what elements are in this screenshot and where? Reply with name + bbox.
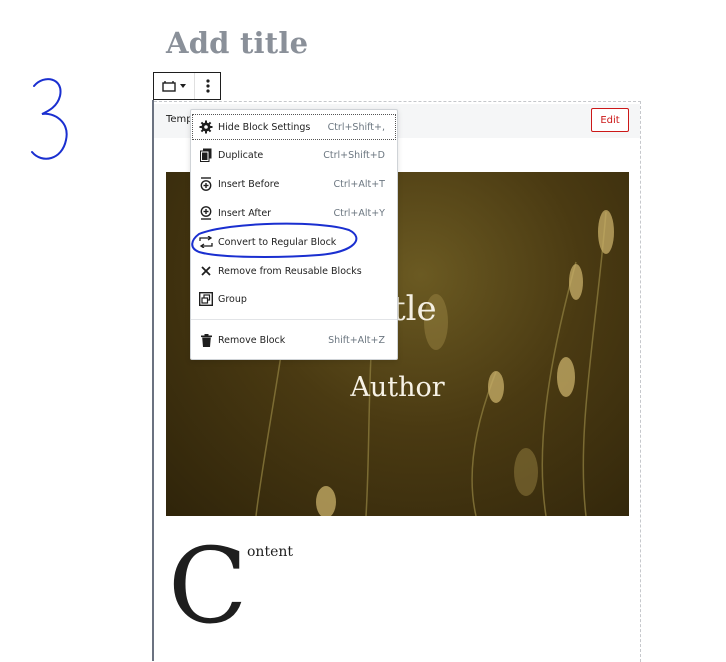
group-icon bbox=[198, 291, 214, 307]
trash-icon bbox=[198, 332, 214, 348]
menu-item-shortcut: Ctrl+Shift+D bbox=[323, 149, 385, 161]
menu-item-group[interactable]: Group bbox=[191, 285, 397, 313]
menu-item-label: Remove Block bbox=[218, 334, 286, 346]
menu-item-label: Insert Before bbox=[218, 178, 280, 190]
reusable-block-icon bbox=[162, 81, 176, 92]
menu-item-hide-block-settings[interactable]: Hide Block Settings Ctrl+Shift+, bbox=[191, 113, 397, 141]
chevron-down-icon bbox=[180, 84, 186, 88]
menu-item-remove-from-reusable-blocks[interactable]: Remove from Reusable Blocks bbox=[191, 257, 397, 285]
menu-item-convert-to-regular-block[interactable]: Convert to Regular Block bbox=[191, 228, 397, 256]
insert-after-icon bbox=[198, 205, 214, 221]
block-settings-menu: Hide Block Settings Ctrl+Shift+, Duplica… bbox=[190, 109, 398, 360]
menu-item-label: Group bbox=[218, 293, 247, 305]
cover-author[interactable]: Author bbox=[166, 372, 629, 403]
paragraph-text[interactable]: ontent bbox=[247, 544, 293, 560]
block-switcher-button[interactable] bbox=[154, 73, 195, 99]
menu-item-insert-before[interactable]: Insert Before Ctrl+Alt+T bbox=[191, 170, 397, 198]
menu-item-duplicate[interactable]: Duplicate Ctrl+Shift+D bbox=[191, 141, 397, 169]
menu-item-shortcut: Shift+Alt+Z bbox=[328, 334, 385, 346]
menu-item-label: Hide Block Settings bbox=[218, 121, 311, 133]
post-title[interactable]: Add title bbox=[166, 26, 308, 60]
drop-cap: C bbox=[168, 525, 248, 647]
copy-icon bbox=[198, 147, 214, 163]
menu-item-shortcut: Ctrl+Alt+Y bbox=[333, 207, 386, 219]
more-options-button[interactable] bbox=[195, 73, 220, 99]
insert-before-icon bbox=[198, 176, 214, 192]
menu-item-label: Convert to Regular Block bbox=[218, 236, 337, 248]
menu-item-label: Remove from Reusable Blocks bbox=[218, 265, 362, 277]
handwritten-number-annotation bbox=[31, 78, 68, 160]
menu-item-shortcut: Ctrl+Shift+, bbox=[327, 121, 385, 133]
paragraph-block[interactable]: C ontent bbox=[166, 525, 636, 650]
menu-item-shortcut: Ctrl+Alt+T bbox=[333, 178, 386, 190]
menu-item-insert-after[interactable]: Insert After Ctrl+Alt+Y bbox=[191, 199, 397, 227]
menu-item-label: Insert After bbox=[218, 207, 272, 219]
block-toolbar bbox=[153, 72, 221, 100]
more-vertical-icon bbox=[205, 79, 210, 93]
menu-item-remove-block[interactable]: Remove Block Shift+Alt+Z bbox=[191, 326, 397, 354]
menu-separator bbox=[191, 319, 397, 320]
convert-icon bbox=[198, 234, 214, 250]
gear-icon bbox=[198, 119, 214, 135]
menu-item-label: Duplicate bbox=[218, 149, 264, 161]
close-icon bbox=[198, 263, 214, 279]
edit-button[interactable]: Edit bbox=[591, 108, 629, 132]
